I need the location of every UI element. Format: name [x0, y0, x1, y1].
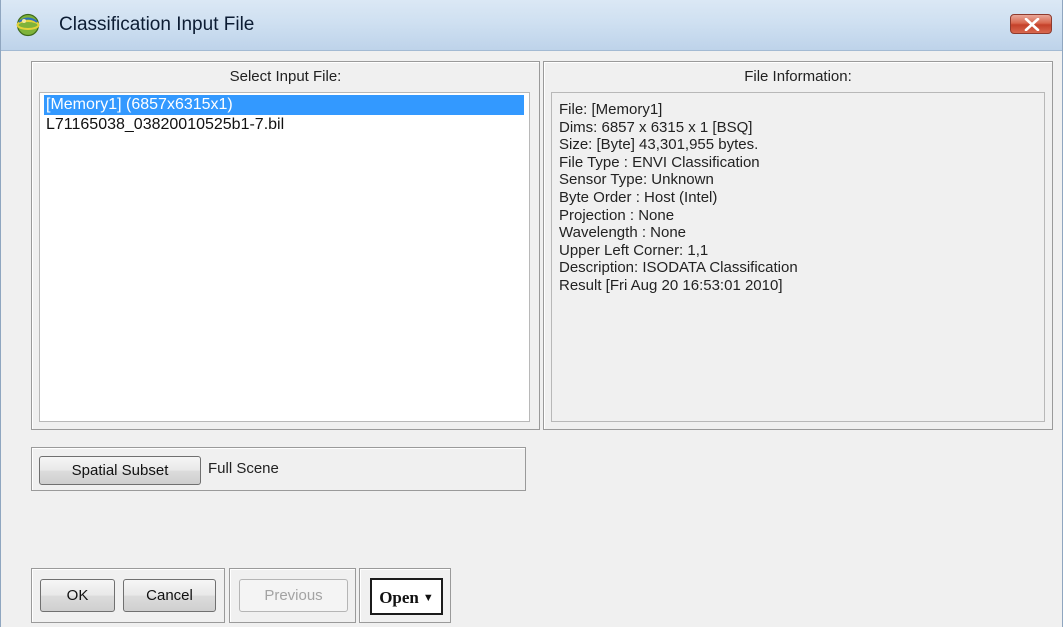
spatial-subset-group: Spatial Subset Full Scene [31, 447, 526, 491]
info-line-projection: Projection : None [559, 206, 675, 224]
info-line-sensor-type: Sensor Type: Unknown [559, 171, 714, 189]
info-line-result: Result [Fri Aug 20 16:53:01 2010] [559, 276, 783, 294]
previous-button[interactable]: Previous [239, 579, 348, 612]
file-information-panel: File Information: File: [Memory1] Dims: … [543, 61, 1053, 430]
list-item-l71165038[interactable]: L71165038_03820010525b1-7.bil [44, 115, 284, 135]
title-bar[interactable]: Classification Input File [1, 0, 1062, 51]
info-line-upper-left-corner: Upper Left Corner: 1,1 [559, 241, 709, 259]
info-line-wavelength: Wavelength : None [559, 224, 687, 242]
spatial-subset-button[interactable]: Spatial Subset [39, 456, 201, 485]
info-line-byte-order: Byte Order : Host (Intel) [559, 188, 718, 206]
open-button-label: Open [379, 588, 419, 607]
open-group: Open ▼ [359, 568, 451, 623]
info-line-file-type: File Type : ENVI Classification [559, 153, 760, 171]
envi-globe-icon [16, 13, 40, 37]
dialog-window: Classification Input File Select Input F… [0, 0, 1063, 627]
close-icon [1024, 18, 1040, 31]
info-line-dims: Dims: 6857 x 6315 x 1 [BSQ] [559, 118, 753, 136]
info-line-size: Size: [Byte] 43,301,955 bytes. [559, 136, 759, 154]
ok-cancel-group: OK Cancel [31, 568, 225, 623]
list-item-memory1[interactable]: [Memory1] (6857x6315x1) [44, 95, 524, 115]
window-title: Classification Input File [59, 14, 255, 35]
ok-button[interactable]: OK [40, 579, 115, 612]
chevron-down-icon: ▼ [422, 592, 434, 604]
input-file-list[interactable]: [Memory1] (6857x6315x1) L71165038_038200… [39, 92, 530, 422]
spatial-subset-value: Full Scene [208, 460, 279, 477]
file-information-text: File: [Memory1] Dims: 6857 x 6315 x 1 [B… [551, 92, 1045, 422]
close-button[interactable] [1010, 14, 1052, 34]
input-file-panel: Select Input File: [Memory1] (6857x6315x… [31, 61, 540, 430]
open-menu-button[interactable]: Open ▼ [370, 578, 443, 615]
info-line-file: File: [Memory1] [559, 101, 663, 118]
file-information-header: File Information: [744, 68, 852, 85]
info-line-description: Description: ISODATA Classification [559, 259, 798, 277]
cancel-button[interactable]: Cancel [123, 579, 216, 612]
input-file-header: Select Input File: [229, 68, 342, 85]
previous-group: Previous [229, 568, 356, 623]
